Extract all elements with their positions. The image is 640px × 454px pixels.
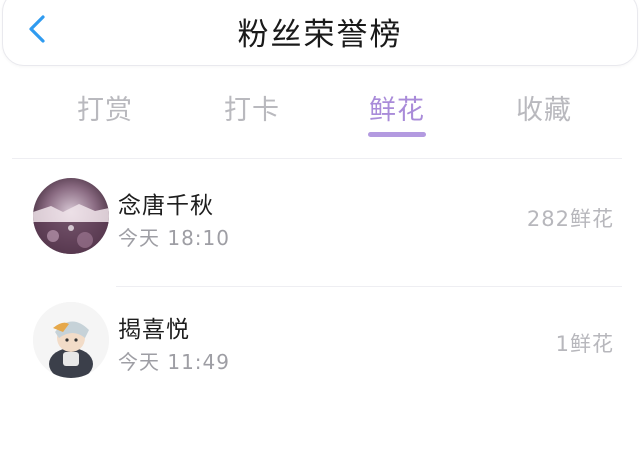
- avatar-image: [33, 178, 109, 254]
- avatar: [33, 302, 109, 378]
- list-item[interactable]: 念唐千秋 今天 18:10 282鲜花: [0, 170, 640, 280]
- tab-flowers[interactable]: 鲜花: [352, 88, 442, 127]
- list-item[interactable]: 揭喜悦 今天 11:49 1鲜花: [0, 294, 640, 404]
- flower-count: 282鲜花: [526, 207, 614, 231]
- page-title: 粉丝荣誉榜: [237, 17, 403, 53]
- tab-reward[interactable]: 打赏: [60, 88, 150, 127]
- top-nav-bar: 粉丝荣誉榜: [2, 0, 638, 66]
- user-name: 揭喜悦: [118, 317, 190, 343]
- tab-checkin[interactable]: 打卡: [207, 88, 297, 127]
- row-divider: [116, 286, 622, 287]
- tabs-divider: [12, 158, 622, 159]
- avatar-image: [33, 302, 109, 378]
- timestamp: 今天 18:10: [118, 226, 230, 250]
- tab-favorites[interactable]: 收藏: [499, 88, 589, 127]
- user-name: 念唐千秋: [118, 193, 214, 219]
- timestamp: 今天 11:49: [118, 350, 230, 374]
- active-tab-indicator: [368, 132, 426, 137]
- fans-honor-page: 粉丝荣誉榜 打赏 打卡 鲜花 收藏 念唐千秋 今天 18:10 282鲜花 揭喜…: [0, 0, 640, 454]
- avatar: [33, 178, 109, 254]
- tab-bar: 打赏 打卡 鲜花 收藏: [0, 80, 640, 142]
- flower-count: 1鲜花: [555, 332, 614, 356]
